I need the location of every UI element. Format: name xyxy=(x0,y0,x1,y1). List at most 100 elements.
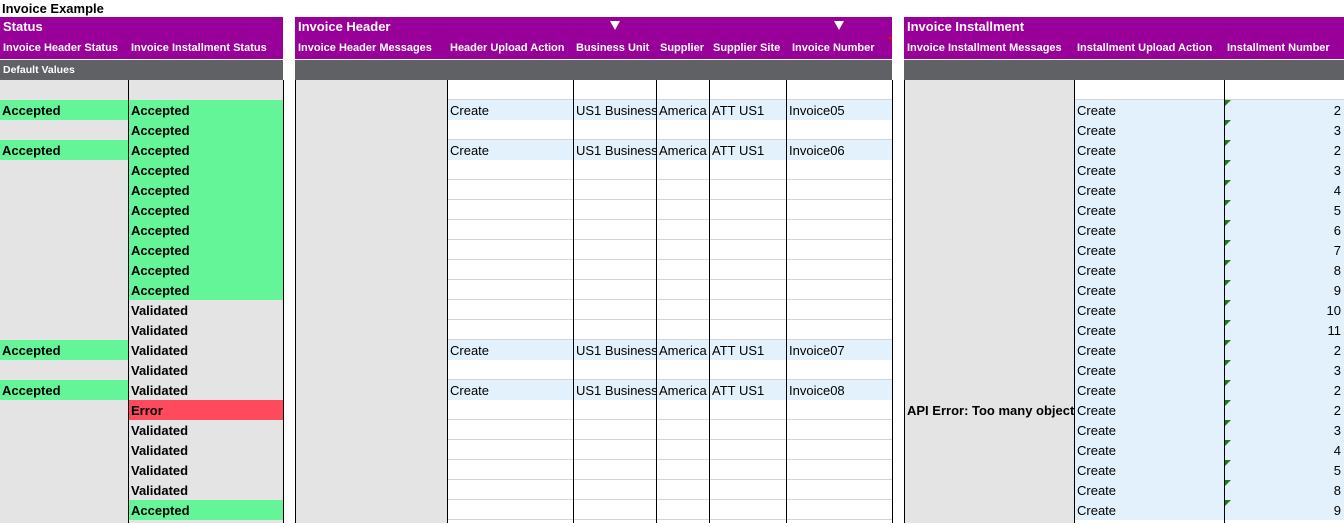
invoice-header-status-cell[interactable]: Accepted xyxy=(0,140,128,160)
filter-dropdown-icon[interactable] xyxy=(610,21,620,30)
invoice-installment-status-cell[interactable]: Accepted xyxy=(129,280,283,300)
installment-number-cell[interactable]: 10 xyxy=(1225,300,1344,320)
invoice-installment-status-cell[interactable]: Accepted xyxy=(129,180,283,200)
header-supplier-site[interactable]: Supplier Site xyxy=(710,37,780,59)
installment-number-cell[interactable]: 2 xyxy=(1225,340,1344,360)
supplier-cell[interactable]: America xyxy=(657,340,709,360)
installment-number-cell[interactable]: 5 xyxy=(1225,200,1344,220)
installment-upload-action-cell[interactable]: Create xyxy=(1075,420,1224,440)
installment-upload-action-cell[interactable]: Create xyxy=(1075,200,1224,220)
supplier-cell[interactable]: America xyxy=(657,380,709,400)
business-unit-cell[interactable]: US1 Business xyxy=(574,380,656,400)
installment-number-cell[interactable]: 2 xyxy=(1225,380,1344,400)
installment-number-cell[interactable]: 2 xyxy=(1225,100,1344,120)
invoice-header-status-cell[interactable]: Accepted xyxy=(0,100,128,120)
invoice-header-status-cell[interactable]: Accepted xyxy=(0,340,128,360)
installment-number-cell[interactable]: 9 xyxy=(1225,500,1344,520)
supplier-cell[interactable]: America xyxy=(657,100,709,120)
installment-number-cell[interactable]: 3 xyxy=(1225,420,1344,440)
invoice-number-cell[interactable]: Invoice08 xyxy=(787,380,892,400)
installment-upload-action-cell[interactable]: Create xyxy=(1075,340,1224,360)
installment-upload-action-cell[interactable]: Create xyxy=(1075,480,1224,500)
invoice-installment-status-cell[interactable]: Validated xyxy=(129,360,283,380)
installment-message-cell[interactable]: API Error: Too many objects xyxy=(905,400,1074,420)
invoice-installment-status-cell[interactable]: Validated xyxy=(129,340,283,360)
invoice-installment-status-cell[interactable]: Validated xyxy=(129,380,283,400)
invoice-installment-status-cell[interactable]: Accepted xyxy=(129,500,283,520)
supplier-cell[interactable]: America xyxy=(657,140,709,160)
filter-dropdown-icon[interactable] xyxy=(834,21,844,30)
installment-upload-action-cell[interactable]: Create xyxy=(1075,100,1224,120)
installment-upload-action-cell[interactable]: Create xyxy=(1075,160,1224,180)
header-upload-action-cell[interactable]: Create xyxy=(448,100,573,120)
header-invoice-number[interactable]: Invoice Number xyxy=(789,37,875,59)
invoice-installment-status-cell[interactable]: Accepted xyxy=(129,120,283,140)
installment-number-cell[interactable]: 8 xyxy=(1225,260,1344,280)
invoice-number-cell[interactable]: Invoice05 xyxy=(787,100,892,120)
installment-upload-action-cell[interactable]: Create xyxy=(1075,400,1224,420)
supplier-site-cell[interactable]: ATT US1 xyxy=(710,100,786,120)
invoice-installment-status-cell[interactable]: Accepted xyxy=(129,220,283,240)
invoice-installment-status-cell[interactable]: Accepted xyxy=(129,200,283,220)
installment-number-cell[interactable]: 11 xyxy=(1225,320,1344,340)
installment-number-cell[interactable]: 4 xyxy=(1225,180,1344,200)
header-installment-upload-action[interactable]: Installment Upload Action xyxy=(1074,37,1212,59)
invoice-installment-status-cell[interactable]: Validated xyxy=(129,420,283,440)
installment-number-cell[interactable]: 2 xyxy=(1225,140,1344,160)
installment-upload-action-cell[interactable]: Create xyxy=(1075,360,1224,380)
header-invoice-installment-status[interactable]: Invoice Installment Status xyxy=(128,37,267,59)
invoice-header-status-cell[interactable]: Accepted xyxy=(0,380,128,400)
invoice-installment-status-cell[interactable]: Accepted xyxy=(129,100,283,120)
installment-upload-action-cell[interactable]: Create xyxy=(1075,220,1224,240)
header-upload-action-cell[interactable]: Create xyxy=(448,340,573,360)
installment-upload-action-cell[interactable]: Create xyxy=(1075,460,1224,480)
installment-upload-action-cell[interactable]: Create xyxy=(1075,380,1224,400)
business-unit-cell[interactable]: US1 Business xyxy=(574,140,656,160)
installment-upload-action-cell[interactable]: Create xyxy=(1075,300,1224,320)
installment-number-cell[interactable]: 7 xyxy=(1225,240,1344,260)
installment-upload-action-cell[interactable]: Create xyxy=(1075,320,1224,340)
header-invoice-header-messages[interactable]: Invoice Header Messages xyxy=(295,37,432,59)
supplier-site-cell[interactable]: ATT US1 xyxy=(710,380,786,400)
installment-number-cell[interactable]: 3 xyxy=(1225,160,1344,180)
installment-number-cell[interactable]: 3 xyxy=(1225,360,1344,380)
installment-upload-action-cell[interactable]: Create xyxy=(1075,440,1224,460)
installment-number-cell[interactable]: 3 xyxy=(1225,120,1344,140)
installment-upload-action-cell[interactable]: Create xyxy=(1075,280,1224,300)
invoice-number-cell[interactable]: Invoice07 xyxy=(787,340,892,360)
header-upload-action-cell[interactable]: Create xyxy=(448,140,573,160)
supplier-site-cell[interactable]: ATT US1 xyxy=(710,140,786,160)
installment-upload-action-cell[interactable]: Create xyxy=(1075,140,1224,160)
header-invoice-installment-messages[interactable]: Invoice Installment Messages xyxy=(904,37,1062,59)
invoice-installment-status-cell[interactable]: Validated xyxy=(129,320,283,340)
invoice-installment-status-cell[interactable]: Validated xyxy=(129,480,283,500)
header-installment-number[interactable]: Installment Number xyxy=(1224,37,1330,59)
header-upload-action-cell[interactable]: Create xyxy=(448,380,573,400)
invoice-installment-status-cell[interactable]: Validated xyxy=(129,440,283,460)
invoice-installment-status-cell[interactable]: Accepted xyxy=(129,240,283,260)
invoice-installment-status-cell[interactable]: Validated xyxy=(129,300,283,320)
header-invoice-header-status[interactable]: Invoice Header Status xyxy=(0,37,118,59)
header-business-unit[interactable]: Business Unit xyxy=(573,37,649,59)
installment-upload-action-cell[interactable]: Create xyxy=(1075,240,1224,260)
supplier-site-cell[interactable]: ATT US1 xyxy=(710,340,786,360)
business-unit-cell[interactable]: US1 Business xyxy=(574,340,656,360)
installment-upload-action-cell[interactable]: Create xyxy=(1075,180,1224,200)
installment-number-cell[interactable]: 5 xyxy=(1225,460,1344,480)
installment-upload-action-cell[interactable]: Create xyxy=(1075,260,1224,280)
installment-number-cell[interactable]: 8 xyxy=(1225,480,1344,500)
invoice-number-cell[interactable]: Invoice06 xyxy=(787,140,892,160)
invoice-installment-status-cell[interactable]: Accepted xyxy=(129,160,283,180)
business-unit-cell[interactable]: US1 Business xyxy=(574,100,656,120)
installment-number-cell[interactable]: 6 xyxy=(1225,220,1344,240)
installment-number-cell[interactable]: 2 xyxy=(1225,400,1344,420)
invoice-installment-status-cell[interactable]: Validated xyxy=(129,460,283,480)
header-header-upload-action[interactable]: Header Upload Action xyxy=(447,37,565,59)
invoice-installment-status-cell[interactable]: Accepted xyxy=(129,140,283,160)
installment-number-cell[interactable]: 4 xyxy=(1225,440,1344,460)
invoice-installment-status-cell[interactable]: Error xyxy=(129,400,283,420)
installment-upload-action-cell[interactable]: Create xyxy=(1075,500,1224,520)
installment-number-cell[interactable]: 9 xyxy=(1225,280,1344,300)
installment-upload-action-cell[interactable]: Create xyxy=(1075,120,1224,140)
header-supplier[interactable]: Supplier xyxy=(657,37,704,59)
